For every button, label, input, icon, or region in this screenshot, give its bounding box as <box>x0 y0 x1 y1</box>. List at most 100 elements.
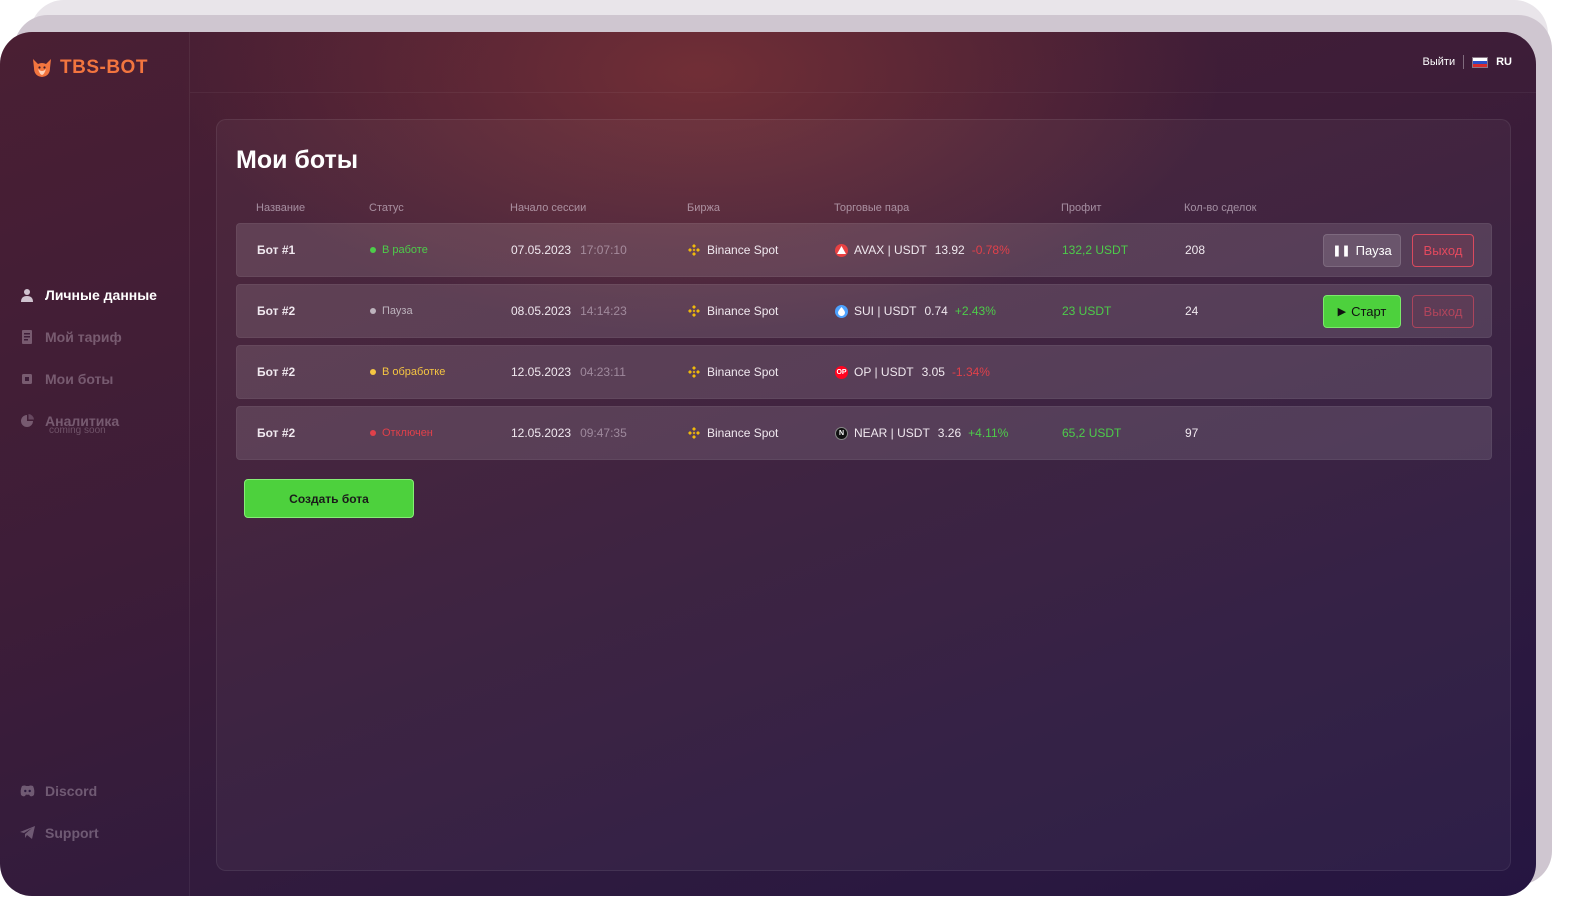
near-coin-icon: N <box>835 426 848 440</box>
bots-panel: Мои боты Название Статус Начало сессии Б… <box>216 119 1511 871</box>
chip-icon <box>19 371 35 387</box>
table-header: Название Статус Начало сессии Биржа Торг… <box>236 202 1492 218</box>
create-bot-button[interactable]: Создать бота <box>244 479 414 518</box>
language-selector[interactable]: RU <box>1496 56 1512 68</box>
session-date: 12.05.2023 <box>511 365 572 379</box>
sidebar-item-label: Discord <box>45 782 98 799</box>
status-badge: Пауза <box>370 285 413 337</box>
column-header-pair: Торговые пара <box>834 202 910 214</box>
bot-name: Бот #2 <box>257 304 296 318</box>
exchange-name: Binance Spot <box>707 365 779 379</box>
bot-name: Бот #1 <box>257 243 296 257</box>
pair-name: SUI | USDT <box>854 304 917 318</box>
coming-soon-label: coming soon <box>49 425 106 436</box>
exit-button[interactable]: Выход <box>1412 295 1474 328</box>
exchange: Binance Spot <box>688 346 778 398</box>
deals-count: 97 <box>1185 426 1199 440</box>
telegram-icon <box>19 825 35 841</box>
status-dot <box>370 430 376 436</box>
column-header-exchange: Биржа <box>687 202 720 214</box>
session-date: 07.05.2023 <box>511 243 572 257</box>
page-title: Мои боты <box>236 146 359 174</box>
pair-name: AVAX | USDT <box>854 243 927 257</box>
divider <box>1463 55 1465 69</box>
sidebar-item-support[interactable]: Support <box>19 822 99 843</box>
status-badge: В работе <box>370 224 428 276</box>
binance-icon <box>688 244 700 256</box>
status-text: Пауза <box>382 305 413 317</box>
logout-link[interactable]: Выйти <box>1423 56 1456 68</box>
exchange: Binance Spot <box>688 224 778 276</box>
sidebar: TBS-BOT Личные данные Мой тариф Мои боты <box>0 32 190 896</box>
status-dot <box>370 247 376 253</box>
exchange-name: Binance Spot <box>707 243 779 257</box>
session-time: 14:14:23 <box>580 304 627 318</box>
column-header-status: Статус <box>369 202 404 214</box>
session-date: 08.05.2023 <box>511 304 572 318</box>
table-row[interactable]: Бот #2 Отключен 12.05.2023 09:47:35 Bina… <box>236 406 1492 460</box>
column-header-session-start: Начало сессии <box>510 202 587 214</box>
table-row[interactable]: Бот #2 В обработке 12.05.2023 04:23:11 B… <box>236 345 1492 399</box>
sidebar-nav: Личные данные Мой тариф Мои боты Аналити… <box>19 284 157 436</box>
deals-count: 24 <box>1185 304 1199 318</box>
pair-price: 3.05 <box>921 365 945 379</box>
sidebar-item-label: Личные данные <box>45 286 157 303</box>
bot-name: Бот #2 <box>257 426 296 440</box>
start-button[interactable]: ▶ Старт <box>1323 295 1401 328</box>
avax-coin-icon <box>835 243 848 257</box>
sidebar-item-label: Мой тариф <box>45 328 122 345</box>
status-badge: Отключен <box>370 407 433 459</box>
exchange-name: Binance Spot <box>707 426 779 440</box>
column-header-name: Название <box>256 202 306 214</box>
session-start: 08.05.2023 14:14:23 <box>511 285 627 337</box>
pause-button[interactable]: ❚❚ Пауза <box>1323 234 1401 267</box>
exchange-name: Binance Spot <box>707 304 779 318</box>
deals-count: 208 <box>1185 243 1206 257</box>
exchange: Binance Spot <box>688 407 778 459</box>
bot-name: Бот #2 <box>257 365 296 379</box>
trading-pair: N NEAR | USDT 3.26 +4.11% <box>835 407 1008 459</box>
pair-price: 13.92 <box>934 243 965 257</box>
profit: 132,2 USDT <box>1062 243 1129 257</box>
pair-name: NEAR | USDT <box>854 426 930 440</box>
exchange: Binance Spot <box>688 285 778 337</box>
top-right-controls: Выйти RU <box>1423 55 1512 69</box>
binance-icon <box>688 366 700 378</box>
profit: 23 USDT <box>1062 304 1112 318</box>
pair-change: +2.43% <box>954 304 996 318</box>
sidebar-item-personal-data[interactable]: Личные данные <box>19 284 157 305</box>
pie-chart-icon <box>19 413 35 429</box>
session-start: 12.05.2023 09:47:35 <box>511 407 627 459</box>
column-header-profit: Профит <box>1061 202 1102 214</box>
status-dot <box>370 369 376 375</box>
exit-button[interactable]: Выход <box>1412 234 1474 267</box>
session-time: 17:07:10 <box>580 243 627 257</box>
user-icon <box>19 287 35 303</box>
status-badge: В обработке <box>370 346 445 398</box>
column-header-deals: Кол-во сделок <box>1184 202 1257 214</box>
logo-text: TBS-BOT <box>60 57 148 78</box>
pause-icon: ❚❚ <box>1332 245 1351 257</box>
table-row[interactable]: Бот #1 В работе 07.05.2023 17:07:10 Bina… <box>236 223 1492 277</box>
profit: 65,2 USDT <box>1062 426 1122 440</box>
pair-price: 0.74 <box>924 304 948 318</box>
session-start: 07.05.2023 17:07:10 <box>511 224 627 276</box>
pair-name: OP | USDT <box>854 365 914 379</box>
session-time: 04:23:11 <box>580 365 626 379</box>
op-coin-icon: OP <box>835 365 848 379</box>
table-row[interactable]: Бот #2 Пауза 08.05.2023 14:14:23 Binance… <box>236 284 1492 338</box>
sidebar-item-label: Мои боты <box>45 370 114 387</box>
sidebar-item-my-bots[interactable]: Мои боты <box>19 368 157 389</box>
app-window: TBS-BOT Личные данные Мой тариф Мои боты <box>0 32 1536 896</box>
logo[interactable]: TBS-BOT <box>30 56 148 80</box>
binance-icon <box>688 427 700 439</box>
trading-pair: OP OP | USDT 3.05 -1.34% <box>835 346 990 398</box>
button-label: Старт <box>1351 304 1387 319</box>
sidebar-item-discord[interactable]: Discord <box>19 780 99 801</box>
status-text: В обработке <box>382 366 446 378</box>
pair-change: +4.11% <box>968 426 1009 440</box>
play-icon: ▶ <box>1337 306 1347 318</box>
sidebar-item-my-plan[interactable]: Мой тариф <box>19 326 157 347</box>
status-text: Отключен <box>382 427 433 439</box>
trading-pair: SUI | USDT 0.74 +2.43% <box>835 285 996 337</box>
